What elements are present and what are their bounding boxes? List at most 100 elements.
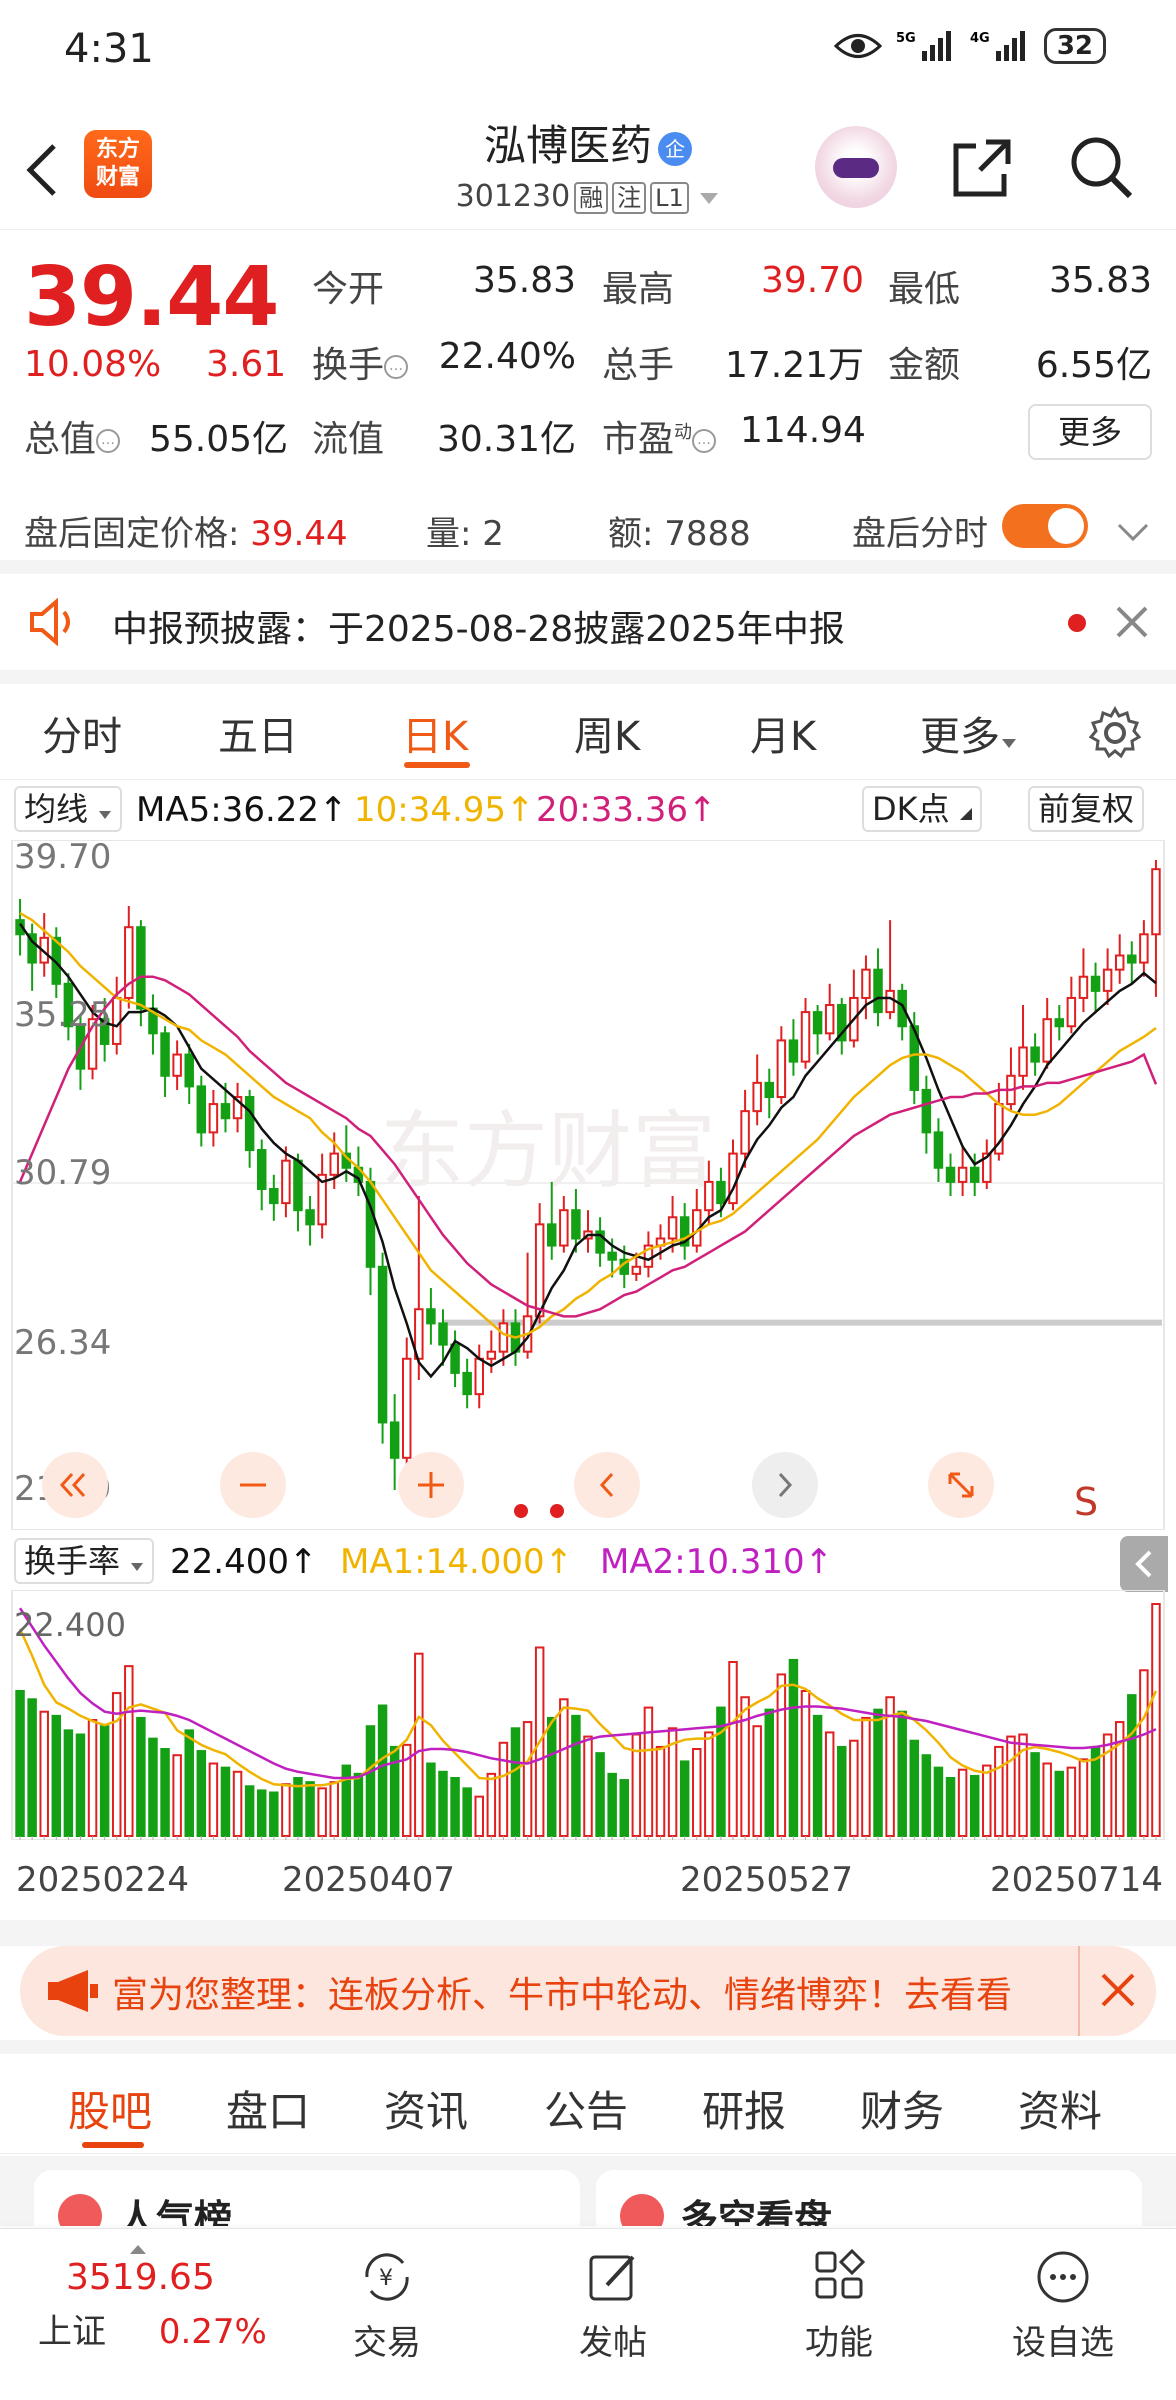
indicator-selector[interactable]: 均线 [14, 786, 123, 832]
zoom-out-button[interactable] [220, 1452, 286, 1518]
turnover-bar [426, 1762, 436, 1837]
turnover-axis-top: 22.400 [14, 1606, 126, 1644]
turnover-bar [764, 1708, 775, 1837]
speaker-icon [30, 597, 70, 647]
turnover-chart[interactable]: 22.400 [0, 1589, 1176, 1841]
candle [812, 1011, 823, 1035]
candle [305, 1209, 315, 1226]
candle [873, 968, 883, 1014]
turnover-bar [776, 1673, 787, 1837]
turnover-bar [1066, 1766, 1077, 1837]
candle [534, 1223, 545, 1318]
close-icon [1101, 1973, 1135, 2007]
candle [752, 1081, 762, 1113]
tab-research[interactable]: 研报 [702, 2078, 786, 2139]
candle [1078, 975, 1089, 999]
candle [704, 1180, 714, 1212]
candle [450, 1343, 460, 1374]
close-notice-button[interactable] [1114, 604, 1150, 649]
more-dots-icon [1037, 2251, 1089, 2303]
index-value: 3519.65 [66, 2257, 215, 2298]
tab-finance[interactable]: 财务 [860, 2078, 944, 2139]
unread-dot [1068, 614, 1086, 632]
collapse-panel-button[interactable] [1120, 1536, 1168, 1592]
tab-announcements[interactable]: 公告 [544, 2078, 628, 2139]
content-tabs: 股吧 盘口 资讯 公告 研报 财务 资料 [0, 2054, 1176, 2154]
tab-daily-k[interactable]: 日K [402, 704, 468, 762]
tab-weekly-k[interactable]: 周K [574, 704, 640, 762]
nav-functions[interactable]: 功能 [764, 2247, 914, 2364]
nav-post[interactable]: 发帖 [538, 2247, 688, 2364]
candle [196, 1085, 207, 1134]
tab-news[interactable]: 资讯 [384, 2078, 468, 2139]
candle [800, 1011, 811, 1063]
candle [1151, 868, 1161, 936]
share-button[interactable] [950, 136, 1014, 204]
expand-button[interactable] [1116, 512, 1150, 552]
longshort-card[interactable]: 多空看盘 [596, 2170, 1142, 2226]
kline-chart[interactable]: 东方财富 39.7035.2530.7926.3421.89 S [0, 837, 1176, 1531]
candle [256, 1149, 267, 1190]
float-label: 流值 [312, 419, 385, 460]
longshort-title: 多空看盘 [680, 2197, 833, 2226]
more-button[interactable]: 更多 [1028, 404, 1152, 460]
index-name: 上证 [38, 2312, 106, 2352]
turnover-bar [969, 1774, 980, 1838]
promo-banner[interactable]: 富为您整理：连板分析、牛市中轮动、情绪博弈！去看看 [20, 1946, 1156, 2036]
chevron-left-icon [599, 1472, 614, 1498]
step-left-button[interactable] [574, 1452, 640, 1518]
turnover-bar [510, 1727, 521, 1838]
share-icon [953, 139, 1011, 197]
high-value: 39.70 [760, 260, 864, 301]
tab-intraday[interactable]: 分时 [42, 704, 122, 762]
price-axis-label: 30.79 [14, 1153, 111, 1193]
index-ticker[interactable]: 3519.65 上证 0.27% [38, 2245, 278, 2353]
tab-more[interactable]: 更多 [920, 704, 1018, 762]
nav-trade[interactable]: ¥ 交易 [312, 2247, 462, 2364]
candle [1127, 954, 1137, 964]
after-hours-row: 盘后固定价格: 39.44 量: 2 额: 7888 盘后分时 [0, 490, 1176, 560]
tab-five-day[interactable]: 五日 [218, 704, 298, 762]
promo-text: 富为您整理：连板分析、牛市中轮动、情绪博弈！去看看 [112, 1975, 1013, 2016]
turnover-bar [377, 1704, 388, 1837]
candle [1090, 975, 1101, 992]
scroll-left-fast-button[interactable] [42, 1452, 108, 1518]
mktcap-label: 总值… [24, 410, 121, 462]
bottom-nav: 3519.65 上证 0.27% ¥ 交易 发帖 功能 设自选 [0, 2228, 1176, 2400]
turnover-bar [148, 1737, 158, 1837]
chart-settings-button[interactable] [1088, 705, 1142, 764]
status-time: 4:31 [64, 26, 154, 72]
tab-guba[interactable]: 股吧 [68, 2078, 152, 2139]
nav-add-watchlist[interactable]: 设自选 [988, 2247, 1138, 2364]
turnover-bar [1151, 1603, 1161, 1837]
fullscreen-button[interactable] [928, 1452, 994, 1518]
popularity-card[interactable]: 人气榜 [34, 2170, 580, 2226]
turnover-bar [305, 1781, 315, 1837]
eye-icon [833, 34, 882, 58]
dk-point-selector[interactable]: DK点 [862, 786, 982, 832]
step-right-button[interactable] [752, 1452, 818, 1518]
candle [740, 1110, 750, 1155]
ai-assistant-avatar[interactable] [815, 126, 897, 208]
after-hours-toggle[interactable] [1002, 504, 1088, 548]
tab-profile[interactable]: 资料 [1018, 2078, 1102, 2139]
notice-bar[interactable]: 中报预披露：于2025-08-28披露2025年中报 [0, 574, 1176, 670]
svg-text:5G: 5G [896, 31, 916, 46]
sub-indicator-selector[interactable]: 换手率 [14, 1538, 155, 1584]
price-axis-label: 26.34 [14, 1323, 111, 1363]
turnover-bar [679, 1760, 690, 1837]
turnover-bar [329, 1781, 339, 1837]
divider [0, 670, 1176, 684]
close-promo-button[interactable] [1078, 1946, 1156, 2036]
search-button[interactable] [1068, 134, 1134, 204]
adjust-selector[interactable]: 前复权 [1028, 786, 1145, 832]
candle [136, 926, 146, 1010]
popularity-title: 人气榜 [118, 2197, 233, 2226]
corner-caret-icon [959, 808, 972, 820]
tab-orderbook[interactable]: 盘口 [226, 2078, 310, 2139]
nav-trade-label: 交易 [353, 2323, 421, 2363]
zoom-in-button[interactable] [398, 1452, 464, 1518]
after-hours-price: 盘后固定价格: 39.44 [24, 514, 348, 554]
candle [788, 1039, 799, 1063]
tab-monthly-k[interactable]: 月K [750, 704, 816, 762]
